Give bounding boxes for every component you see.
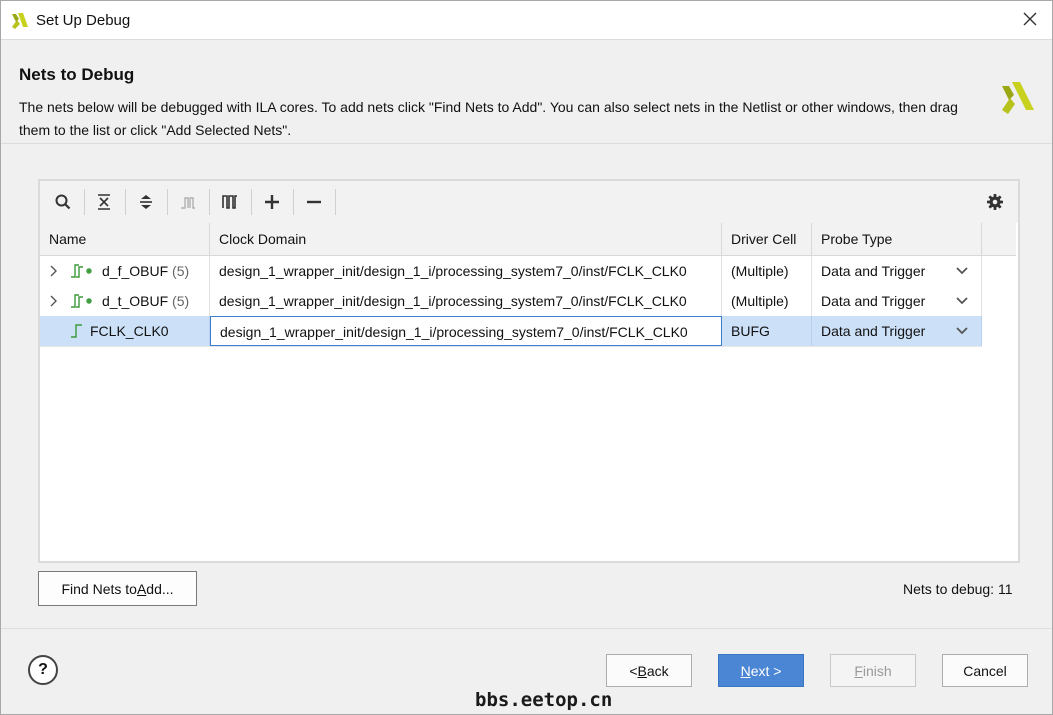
toolbar-separator <box>209 189 210 215</box>
nets-panel: Name Clock Domain Driver Cell Probe Type… <box>38 179 1020 563</box>
clock-domain-cell[interactable]: design_1_wrapper_init/design_1_i/process… <box>210 316 722 346</box>
window-title: Set Up Debug <box>36 12 131 29</box>
add-icon[interactable] <box>259 189 285 215</box>
driver-cell: (Multiple) <box>722 286 812 316</box>
net-name: FCLK_CLK0 <box>90 323 169 339</box>
clock-domain-cell[interactable]: design_1_wrapper_init/design_1_i/process… <box>210 286 722 316</box>
search-icon[interactable] <box>50 189 76 215</box>
next-button[interactable]: Next > <box>718 654 804 687</box>
probe-type-dropdown[interactable]: Data and Trigger <box>812 316 982 346</box>
toolbar-separator <box>167 189 168 215</box>
net-icon <box>71 324 82 338</box>
watermark: bbs.eetop.cn <box>475 689 613 711</box>
chevron-right-icon[interactable] <box>47 264 61 278</box>
find-button-mnemonic: A <box>136 580 147 597</box>
expand-all-icon[interactable] <box>133 189 159 215</box>
table-row[interactable]: d_f_OBUF (5) design_1_wrapper_init/desig… <box>40 256 982 287</box>
bus-net-icon <box>71 264 92 278</box>
chevron-down-icon[interactable] <box>955 264 969 278</box>
net-count: (5) <box>172 263 190 279</box>
driver-cell: (Multiple) <box>722 256 812 286</box>
next-mnemonic: N <box>740 662 751 679</box>
bus-net-icon <box>71 294 92 308</box>
toolbar-separator <box>251 189 252 215</box>
column-header-name[interactable]: Name <box>40 223 210 255</box>
net-name: d_f_OBUF <box>102 263 169 279</box>
toolbar-separator <box>293 189 294 215</box>
net-name-cell: d_f_OBUF (5) <box>40 256 210 286</box>
header-divider <box>1 143 1052 144</box>
table-header: Name Clock Domain Driver Cell Probe Type <box>40 223 1016 256</box>
vivado-brand-icon <box>1002 82 1034 114</box>
clock-domain-cell[interactable]: design_1_wrapper_init/design_1_i/process… <box>210 256 722 286</box>
gear-icon[interactable] <box>982 189 1008 215</box>
page-title: Nets to Debug <box>19 65 135 84</box>
probe-type-value: Data and Trigger <box>821 293 926 309</box>
close-icon[interactable] <box>1020 9 1040 29</box>
column-header-probe-type[interactable]: Probe Type <box>812 223 982 255</box>
footer-divider <box>1 628 1052 629</box>
probe-type-value: Data and Trigger <box>821 323 926 339</box>
toolbar-separator <box>335 189 336 215</box>
finish-button: Finish <box>830 654 916 687</box>
net-count: (5) <box>172 293 190 309</box>
nets-toolbar <box>40 181 1018 223</box>
probe-type-dropdown[interactable]: Data and Trigger <box>812 256 982 286</box>
collapse-all-icon[interactable] <box>91 189 117 215</box>
column-header-clock-domain[interactable]: Clock Domain <box>210 223 722 255</box>
back-mnemonic: B <box>637 662 647 679</box>
find-button-label-pre: Find Nets to <box>61 580 137 597</box>
chevron-down-icon[interactable] <box>955 324 969 338</box>
back-button[interactable]: < Back <box>606 654 692 687</box>
toolbar-separator <box>84 189 85 215</box>
chevron-right-icon[interactable] <box>47 294 61 308</box>
finish-label-post: inish <box>862 662 892 679</box>
back-label-pre: < <box>629 662 638 679</box>
driver-cell: BUFG <box>722 316 812 346</box>
column-header-driver-cell[interactable]: Driver Cell <box>722 223 812 255</box>
finish-mnemonic: F <box>854 662 863 679</box>
chevron-down-icon[interactable] <box>955 294 969 308</box>
waveform-icon[interactable] <box>217 189 243 215</box>
probe-type-dropdown[interactable]: Data and Trigger <box>812 286 982 316</box>
net-name-cell: d_t_OBUF (5) <box>40 286 210 316</box>
page-description: The nets below will be debugged with ILA… <box>19 99 958 138</box>
back-label-post: ack <box>646 662 669 679</box>
probe-type-value: Data and Trigger <box>821 263 926 279</box>
net-name-cell: FCLK_CLK0 <box>40 316 210 346</box>
title-bar: Set Up Debug <box>1 1 1052 40</box>
remove-icon[interactable] <box>301 189 327 215</box>
next-label-post: ext > <box>750 662 782 679</box>
vivado-logo-icon <box>12 13 28 29</box>
net-name: d_t_OBUF <box>102 293 169 309</box>
nets-to-debug-count: Nets to debug: 11 <box>903 581 1013 597</box>
toolbar-separator <box>125 189 126 215</box>
help-button[interactable]: ? <box>28 655 58 685</box>
find-button-label-post: dd... <box>146 580 174 597</box>
table-row[interactable]: d_t_OBUF (5) design_1_wrapper_init/desig… <box>40 286 982 317</box>
setup-debug-window: Set Up Debug Nets to Debug The nets belo… <box>0 0 1053 715</box>
cancel-button[interactable]: Cancel <box>942 654 1028 687</box>
page-header: Nets to Debug The nets below will be deb… <box>1 40 1052 144</box>
table-row-selected[interactable]: FCLK_CLK0 design_1_wrapper_init/design_1… <box>40 316 982 347</box>
signal-icon <box>175 189 201 215</box>
find-nets-to-add-button[interactable]: Find Nets to Add... <box>38 571 197 606</box>
